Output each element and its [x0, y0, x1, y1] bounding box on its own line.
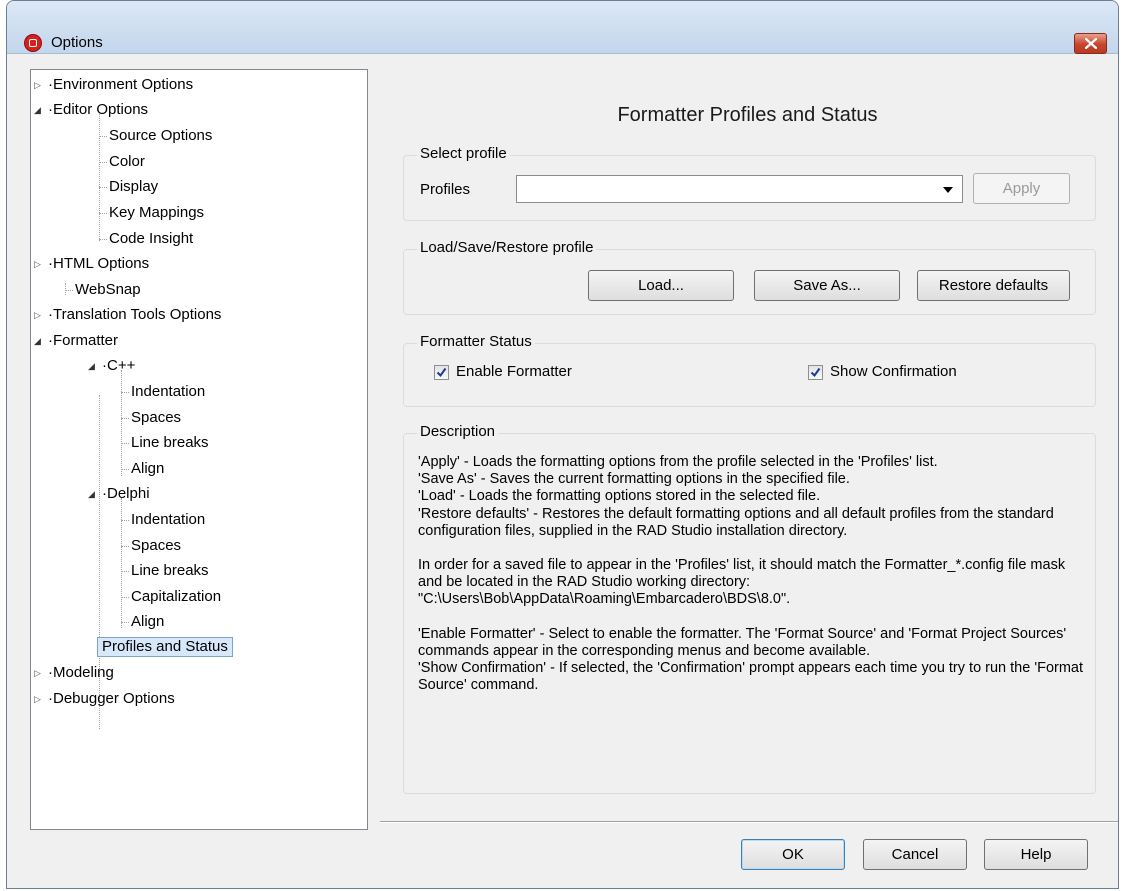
- description-line: 'Enable Formatter' - Select to enable th…: [418, 625, 1067, 659]
- tree-item-source-options[interactable]: Source Options: [109, 126, 212, 146]
- description-line: 'Load' - Loads the formatting options st…: [418, 488, 821, 505]
- tree-item-environment-options[interactable]: ·Environment Options: [48, 75, 193, 95]
- app-icon: [24, 34, 42, 52]
- tree-item-delphi-indentation[interactable]: Indentation: [131, 510, 205, 530]
- enable-formatter-checkbox[interactable]: [434, 365, 449, 380]
- tree-line: [121, 546, 129, 547]
- description-text: 'Apply' - Loads the formatting options f…: [418, 454, 1088, 694]
- tree-item-color[interactable]: Color: [109, 152, 145, 172]
- tree-line: [65, 290, 73, 291]
- tree-item-delphi[interactable]: ·Delphi: [102, 484, 150, 504]
- close-button[interactable]: [1074, 33, 1107, 54]
- tree-item-modeling[interactable]: ·Modeling: [48, 663, 114, 683]
- expand-arrow-icon[interactable]: ▷: [34, 75, 41, 95]
- description-line: 'Restore defaults' - Restores the defaul…: [418, 505, 1054, 539]
- window-title: Options: [51, 34, 103, 51]
- tree-line: [121, 443, 129, 444]
- chevron-down-icon: [943, 187, 953, 193]
- tree-item-label: Environment Options: [53, 76, 194, 93]
- tree-line: [121, 418, 129, 419]
- show-confirmation-label[interactable]: Show Confirmation: [830, 363, 957, 380]
- tree-item-cpp-spaces[interactable]: Spaces: [131, 408, 181, 428]
- tree-item-label: Delphi: [107, 485, 150, 502]
- ok-button[interactable]: OK: [741, 839, 845, 870]
- description-line: In order for a saved file to appear in t…: [418, 557, 1066, 608]
- tree-item-html-options[interactable]: ·HTML Options: [48, 254, 149, 274]
- apply-button[interactable]: Apply: [973, 173, 1070, 204]
- collapse-arrow-icon[interactable]: ◢: [88, 484, 95, 504]
- tree-item-cpp-line-breaks[interactable]: Line breaks: [131, 433, 209, 453]
- tree-item-label: Translation Tools Options: [53, 306, 222, 323]
- save-as-button[interactable]: Save As...: [754, 270, 900, 301]
- tree-item-delphi-line-breaks[interactable]: Line breaks: [131, 561, 209, 581]
- tree-line: [65, 283, 66, 295]
- collapse-arrow-icon[interactable]: ◢: [34, 331, 41, 351]
- expand-arrow-icon[interactable]: ▷: [34, 663, 41, 683]
- title-bar[interactable]: Options: [7, 1, 1118, 54]
- tree-line: [99, 213, 107, 214]
- tree-line: [121, 571, 129, 572]
- collapse-arrow-icon[interactable]: ◢: [88, 356, 95, 376]
- tree-line: [121, 622, 129, 623]
- tree-item-label: Editor Options: [53, 101, 149, 118]
- tree-line: [99, 239, 107, 240]
- tree-line: [121, 498, 122, 628]
- footer-separator: [380, 821, 1118, 823]
- tree-item-websnap[interactable]: WebSnap: [75, 280, 141, 300]
- tree-item-translation-tools-options[interactable]: ·Translation Tools Options: [48, 305, 221, 325]
- tree-line: [99, 136, 107, 137]
- expand-arrow-icon[interactable]: ▷: [34, 689, 41, 709]
- restore-defaults-button[interactable]: Restore defaults: [917, 270, 1070, 301]
- cancel-button[interactable]: Cancel: [863, 839, 967, 870]
- description-line: 'Show Confirmation' - If selected, the '…: [418, 660, 1084, 694]
- description-line: 'Save As' - Saves the current formatting…: [418, 471, 850, 488]
- tree-item-display[interactable]: Display: [109, 177, 158, 197]
- expand-arrow-icon[interactable]: ▷: [34, 254, 41, 274]
- tree-line: [121, 469, 129, 470]
- checkmark-icon: [810, 367, 821, 378]
- tree-item-debugger-options[interactable]: ·Debugger Options: [48, 689, 175, 709]
- tree-line: [121, 597, 129, 598]
- select-profile-legend: Select profile: [417, 145, 510, 162]
- formatter-status-legend: Formatter Status: [417, 333, 535, 350]
- description-line: 'Apply' - Loads the formatting options f…: [418, 454, 938, 470]
- help-button[interactable]: Help: [984, 839, 1088, 870]
- tree-item-delphi-spaces[interactable]: Spaces: [131, 536, 181, 556]
- tree-item-cpp[interactable]: ·C++: [102, 356, 135, 376]
- checkmark-icon: [436, 367, 447, 378]
- tree-item-key-mappings[interactable]: Key Mappings: [109, 203, 204, 223]
- profiles-label: Profiles: [420, 181, 471, 198]
- options-tree[interactable]: ▷ ·Environment Options ◢ ·Editor Options…: [30, 69, 368, 830]
- tree-item-label: C++: [107, 357, 136, 374]
- collapse-arrow-icon[interactable]: ◢: [34, 100, 41, 120]
- expand-arrow-icon[interactable]: ▷: [34, 305, 41, 325]
- tree-item-code-insight[interactable]: Code Insight: [109, 229, 193, 249]
- tree-line: [121, 370, 122, 476]
- tree-item-editor-options[interactable]: ·Editor Options: [48, 100, 148, 120]
- tree-item-label: Formatter: [53, 332, 119, 349]
- tree-line: [121, 520, 129, 521]
- show-confirmation-checkbox[interactable]: [808, 365, 823, 380]
- tree-item-label: Debugger Options: [53, 690, 175, 707]
- tree-item-delphi-capitalization[interactable]: Capitalization: [131, 587, 221, 607]
- tree-line: [99, 162, 107, 163]
- tree-line: [121, 392, 129, 393]
- description-legend: Description: [417, 423, 499, 440]
- tree-item-label: HTML Options: [53, 255, 150, 272]
- load-save-restore-legend: Load/Save/Restore profile: [417, 239, 597, 256]
- profiles-dropdown[interactable]: [516, 175, 963, 203]
- tree-item-profiles-and-status[interactable]: Profiles and Status: [97, 637, 233, 657]
- enable-formatter-label[interactable]: Enable Formatter: [456, 363, 572, 380]
- tree-item-cpp-align[interactable]: Align: [131, 459, 164, 479]
- options-window: Options ▷ ·Environment Options ◢ ·Editor…: [6, 0, 1119, 889]
- tree-item-cpp-indentation[interactable]: Indentation: [131, 382, 205, 402]
- tree-item-label: Modeling: [53, 664, 114, 681]
- tree-item-delphi-align[interactable]: Align: [131, 612, 164, 632]
- load-button[interactable]: Load...: [588, 270, 734, 301]
- tree-line: [99, 114, 100, 241]
- tree-item-formatter[interactable]: ·Formatter: [48, 331, 118, 351]
- tree-line: [99, 187, 107, 188]
- close-icon: [1085, 38, 1097, 49]
- page-title: Formatter Profiles and Status: [617, 104, 878, 126]
